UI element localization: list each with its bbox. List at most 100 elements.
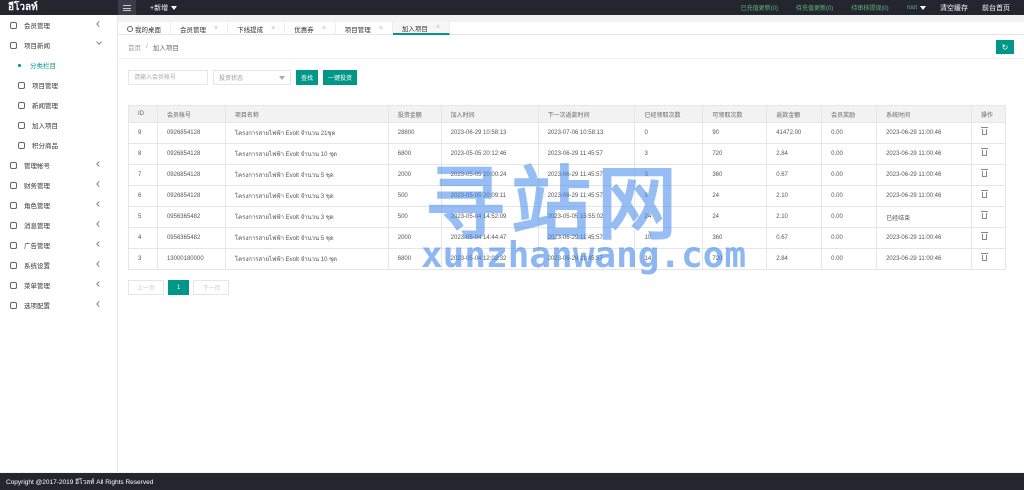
next-page-button[interactable]: 下一页: [193, 280, 230, 295]
sidebar-item-1[interactable]: 项目新闻: [0, 35, 117, 55]
trash-icon[interactable]: [980, 148, 988, 156]
tab-label: 我的桌面: [135, 26, 161, 34]
frontend-home-link[interactable]: 前台首页: [982, 3, 1010, 13]
trash-icon[interactable]: [980, 211, 988, 219]
table-cell: โครงการสายไฟฟ้า Evolt จำนวน 5 ชุด: [224, 227, 389, 249]
prev-page-button[interactable]: 上一页: [128, 280, 165, 295]
sidebar-item-7[interactable]: 管理帐号: [0, 155, 117, 175]
chevron-left-icon: [96, 201, 102, 207]
sidebar-item-12[interactable]: 系统设置: [0, 255, 117, 275]
column-header: 系统时间: [876, 105, 972, 123]
sidebar-item-5[interactable]: 加入项目: [0, 115, 117, 135]
table-cell: 已经结束: [876, 206, 972, 228]
table-cell: 0.00: [821, 248, 878, 270]
close-icon[interactable]: ×: [322, 25, 326, 32]
breadcrumb-home[interactable]: 首页: [128, 42, 141, 52]
column-header: 会员帐号: [156, 105, 226, 123]
table-cell: 13000180000: [156, 248, 226, 270]
close-icon[interactable]: ×: [271, 25, 275, 32]
table-cell: โครงการสายไฟฟ้า Evolt จำนวน 21ชุด: [224, 122, 389, 144]
chevron-left-icon: [96, 301, 102, 307]
sidebar-item-10[interactable]: 消息管理: [0, 215, 117, 235]
tab-0[interactable]: 我的桌面: [118, 22, 171, 35]
table-cell: 28800: [387, 122, 442, 144]
sidebar-item-2[interactable]: 分类栏目: [0, 55, 117, 75]
grid-icon: [10, 41, 17, 49]
account-search-input[interactable]: [128, 70, 208, 85]
breadcrumb-current: 加入项目: [152, 44, 179, 52]
table-cell: 2.84: [766, 143, 823, 165]
close-icon[interactable]: ×: [436, 24, 440, 31]
recharge-updated-link[interactable]: 已充值更新(0): [741, 3, 778, 12]
table-row: 7 0926854128 โครงการสายไฟฟ้า Evolt จำนวน 5…: [128, 164, 1007, 186]
image-icon: [18, 141, 25, 149]
table-cell: 24: [634, 206, 704, 228]
status-select[interactable]: 投资状态: [213, 70, 291, 85]
user-icon: [10, 21, 17, 29]
pending-withdraw-link[interactable]: 待审核提现(0): [851, 3, 888, 12]
tab-1[interactable]: 会员管理 ×: [171, 22, 229, 35]
column-header: 会员奖励: [821, 105, 878, 123]
actions-cell: [970, 248, 1007, 270]
table-cell: 2023-06-29 11:00:46: [876, 164, 972, 186]
table-cell: 2.84: [766, 248, 823, 270]
menu-toggle-button[interactable]: [118, 0, 136, 15]
table-cell: 2.10: [766, 206, 823, 228]
table-cell: 0: [634, 122, 704, 144]
column-header: 返款金额: [766, 105, 823, 123]
sidebar-item-14[interactable]: 选项配置: [0, 295, 117, 315]
sidebar-item-9[interactable]: 角色管理: [0, 195, 117, 215]
sidebar-item-0[interactable]: 会员管理: [0, 15, 117, 35]
close-icon[interactable]: ×: [379, 25, 383, 32]
search-button[interactable]: 查找: [296, 70, 319, 85]
table-cell: 24: [702, 185, 768, 207]
actions-cell: [970, 122, 1007, 144]
new-dropdown-button[interactable]: +新增: [150, 3, 178, 13]
sidebar-item-4[interactable]: 新闻管理: [0, 95, 117, 115]
tab-2[interactable]: 下线提成 ×: [228, 22, 286, 35]
breadcrumb-separator: /: [146, 43, 148, 50]
table-cell: 24: [702, 206, 768, 228]
trash-icon[interactable]: [980, 127, 988, 135]
one-click-invest-button[interactable]: 一键投资: [323, 70, 358, 85]
tab-4[interactable]: 项目管理 ×: [336, 22, 393, 35]
sidebar-item-6[interactable]: 积分商品: [0, 135, 117, 155]
sidebar-item-label: 消息管理: [24, 223, 50, 230]
column-header: ID: [128, 105, 158, 123]
user-menu[interactable]: root: [907, 5, 926, 11]
tab-5[interactable]: 加入项目 ×: [392, 22, 450, 35]
table-cell: 500: [387, 185, 442, 207]
pending-recharge-link[interactable]: 待充值更新(0): [796, 3, 833, 12]
trash-icon[interactable]: [980, 169, 988, 177]
close-icon[interactable]: ×: [214, 25, 218, 32]
actions-cell: [970, 227, 1007, 249]
sidebar-item-3[interactable]: 项目管理: [0, 75, 117, 95]
current-page-button[interactable]: 1: [168, 280, 190, 295]
pagination: 上一页 1 下一页: [128, 280, 230, 295]
table-cell: 2023-06-29 11:00:46: [876, 248, 972, 270]
sidebar-item-8[interactable]: 财务管理: [0, 175, 117, 195]
sidebar-item-13[interactable]: 菜单管理: [0, 275, 117, 295]
table-cell: 2023-06-29 11:45:57: [537, 143, 636, 165]
footer: Copyright @2017-2019 อีโวลท์ All Rights …: [0, 473, 1024, 490]
table-cell: 360: [702, 227, 768, 249]
sidebar-item-label: 项目管理: [32, 83, 58, 90]
table-cell: 5: [128, 206, 158, 228]
tab-3[interactable]: 优惠券 ×: [285, 22, 336, 35]
trash-icon[interactable]: [980, 232, 988, 240]
table-cell: 0.00: [821, 122, 878, 144]
sidebar-item-11[interactable]: 广告管理: [0, 235, 117, 255]
refresh-button[interactable]: ↻: [996, 40, 1014, 54]
table-cell: 0.00: [821, 164, 878, 186]
trash-icon[interactable]: [980, 190, 988, 198]
status-select-placeholder: 投资状态: [219, 76, 244, 82]
table-cell: 2023-06-29 11:00:46: [876, 143, 972, 165]
table-cell: 0.67: [766, 164, 823, 186]
table-cell: 10: [634, 227, 704, 249]
clear-cache-link[interactable]: 清空缓存: [940, 3, 968, 13]
sidebar-item-label: 管理帐号: [24, 163, 50, 170]
trash-icon[interactable]: [980, 253, 988, 261]
table-cell: 2023-06-29 11:00:46: [876, 227, 972, 249]
table-cell: 2023-05-05 20:09:11: [440, 185, 539, 207]
tab-label: 项目管理: [344, 26, 371, 34]
